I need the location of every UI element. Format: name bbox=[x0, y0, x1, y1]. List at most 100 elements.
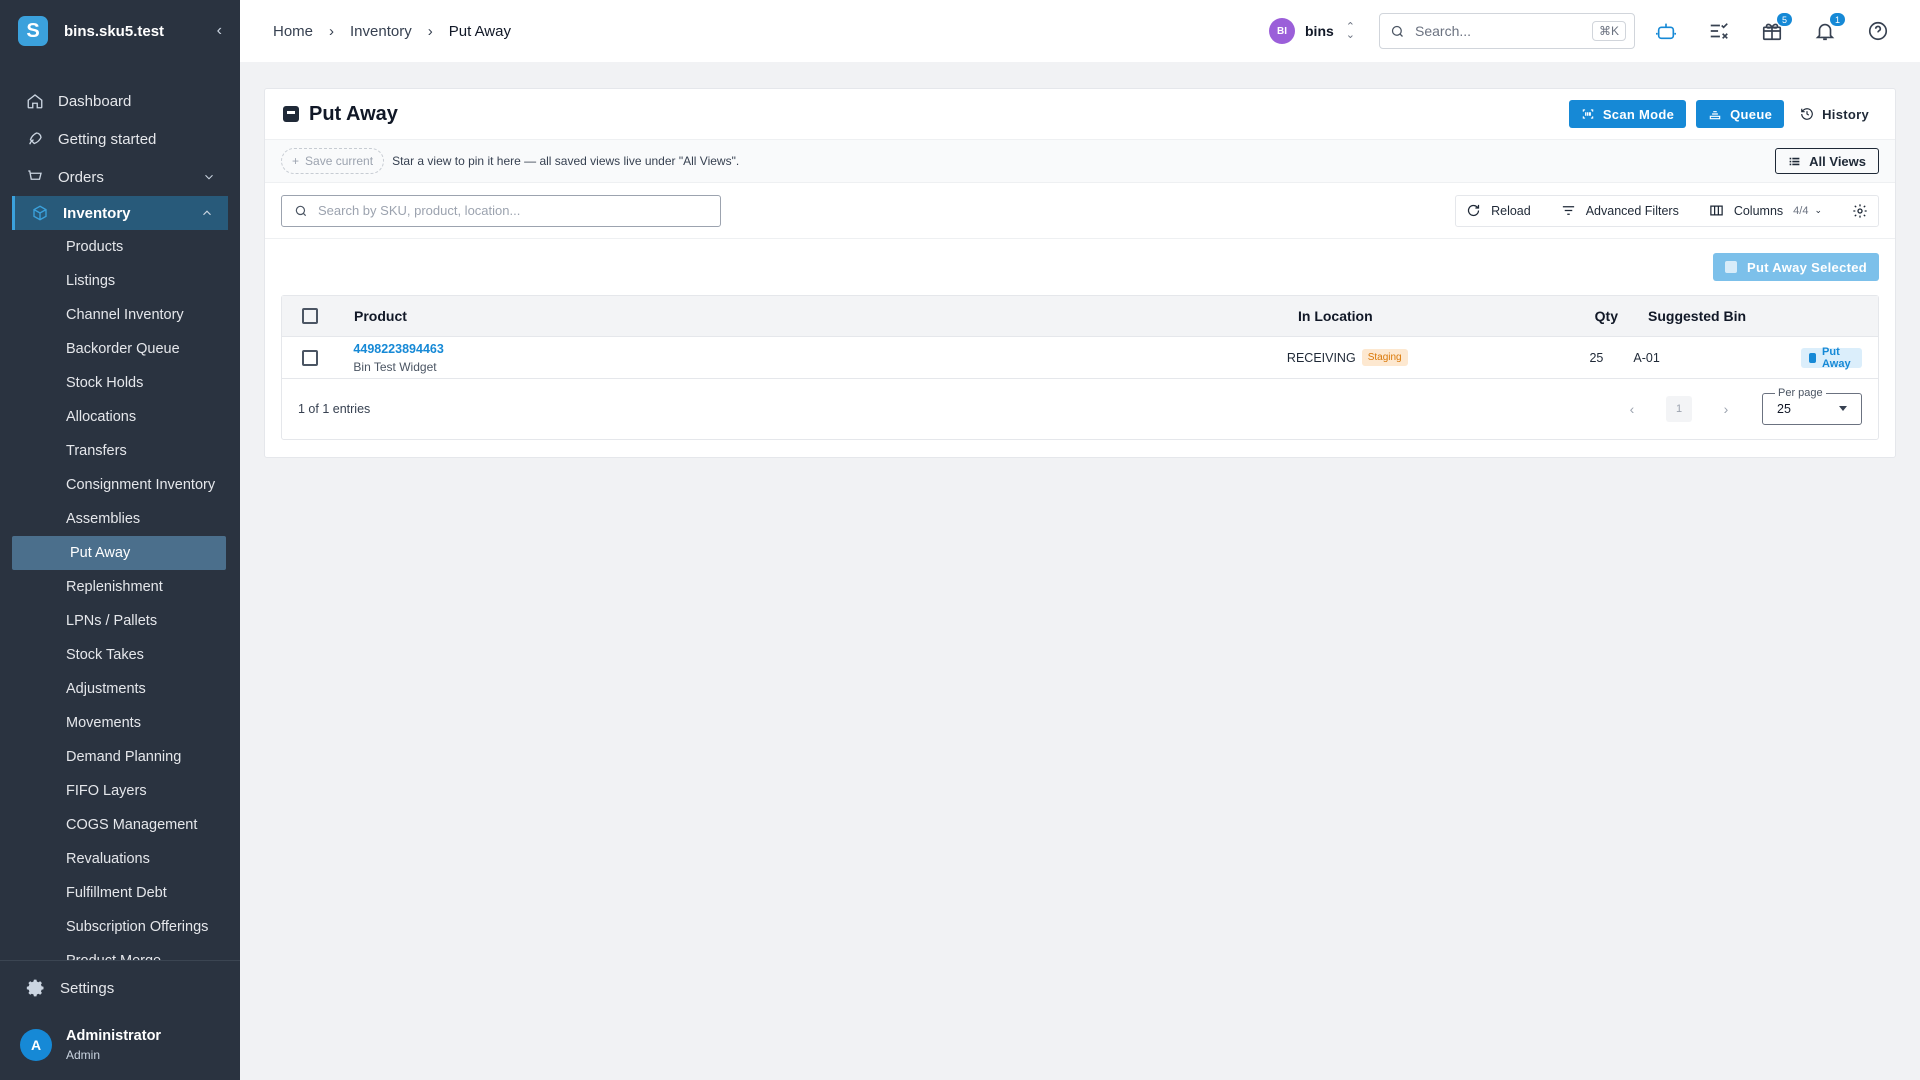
sidebar: S bins.sku5.test ‹ Dashboard Getting sta… bbox=[0, 0, 240, 1080]
app-logo[interactable]: S bbox=[18, 16, 48, 46]
sidebar-subitem-put-away[interactable]: Put Away bbox=[12, 536, 226, 570]
search-icon bbox=[295, 205, 307, 216]
advanced-filters-label: Advanced Filters bbox=[1585, 203, 1679, 218]
shortcut-hint: ⌘K bbox=[1591, 21, 1626, 41]
help-icon[interactable] bbox=[1867, 20, 1889, 42]
save-current-view-button[interactable]: + Save current bbox=[281, 148, 385, 174]
chevron-right-icon: › bbox=[427, 22, 433, 40]
gift-icon[interactable]: 5 bbox=[1761, 13, 1792, 42]
sidebar-subitem-revaluations[interactable]: Revaluations bbox=[0, 842, 240, 876]
row-checkbox[interactable] bbox=[302, 349, 318, 366]
columns-count: 4/4 bbox=[1793, 204, 1809, 217]
plus-icon: + bbox=[292, 154, 300, 168]
list-icon bbox=[1789, 157, 1800, 165]
history-button[interactable]: History bbox=[1784, 100, 1877, 128]
column-header-qty[interactable]: Qty bbox=[1564, 308, 1618, 324]
table-settings-button[interactable] bbox=[1852, 203, 1868, 219]
table-search[interactable] bbox=[281, 194, 721, 227]
select-all-checkbox[interactable] bbox=[302, 308, 318, 324]
sidebar-subitem-transfers[interactable]: Transfers bbox=[0, 434, 240, 468]
checklist-icon[interactable] bbox=[1708, 20, 1730, 42]
global-search-input[interactable] bbox=[1415, 23, 1575, 39]
table-search-input[interactable] bbox=[318, 203, 698, 218]
breadcrumb-home[interactable]: Home bbox=[273, 23, 313, 40]
scan-mode-button[interactable]: Scan Mode bbox=[1568, 100, 1687, 128]
sidebar-subitem-lpns-pallets[interactable]: LPNs / Pallets bbox=[0, 604, 240, 638]
sidebar-subitem-allocations[interactable]: Allocations bbox=[0, 400, 240, 434]
sku-link[interactable]: 4498223894463 bbox=[353, 342, 1287, 356]
put-away-selected-label: Put Away Selected bbox=[1747, 259, 1867, 275]
page-number[interactable]: 1 bbox=[1666, 396, 1692, 422]
sidebar-subitem-cogs-management[interactable]: COGS Management bbox=[0, 808, 240, 842]
column-header-location[interactable]: In Location bbox=[1298, 308, 1564, 324]
scan-mode-label: Scan Mode bbox=[1602, 106, 1675, 122]
advanced-filters-button[interactable]: Advanced Filters bbox=[1561, 203, 1679, 218]
column-header-bin[interactable]: Suggested Bin bbox=[1618, 308, 1818, 324]
sidebar-item-settings[interactable]: Settings bbox=[0, 961, 240, 1015]
sidebar-subitem-subscription-offerings[interactable]: Subscription Offerings bbox=[0, 910, 240, 944]
reload-icon bbox=[1468, 204, 1480, 217]
columns-button[interactable]: Columns 4/4 ⌄ bbox=[1709, 203, 1822, 218]
breadcrumb-inventory[interactable]: Inventory bbox=[350, 23, 412, 40]
user-role: Admin bbox=[66, 1048, 101, 1062]
sidebar-subitem-demand-planning[interactable]: Demand Planning bbox=[0, 740, 240, 774]
per-page-select[interactable]: Per page 25 bbox=[1762, 387, 1862, 425]
sidebar-subitem-fifo-layers[interactable]: FIFO Layers bbox=[0, 774, 240, 808]
chevron-down-icon bbox=[205, 174, 213, 180]
tenant-name: bins bbox=[1305, 23, 1334, 39]
bell-icon[interactable]: 1 bbox=[1814, 13, 1845, 42]
columns-label: Columns bbox=[1733, 203, 1784, 218]
table-header: Product In Location Qty Suggested Bin bbox=[282, 296, 1878, 337]
archive-box-icon bbox=[283, 106, 299, 122]
search-icon bbox=[1391, 25, 1403, 37]
sidebar-subitem-replenishment[interactable]: Replenishment bbox=[0, 570, 240, 604]
robot-icon[interactable] bbox=[1655, 20, 1677, 42]
reload-label: Reload bbox=[1491, 203, 1531, 218]
views-hint: Star a view to pin it here — all saved v… bbox=[392, 154, 740, 168]
sidebar-subitem-channel-inventory[interactable]: Channel Inventory bbox=[0, 298, 240, 332]
location-type-badge: Staging bbox=[1361, 349, 1408, 366]
history-label: History bbox=[1822, 106, 1869, 122]
reload-button[interactable]: Reload bbox=[1466, 203, 1531, 218]
collapse-sidebar-icon[interactable]: ‹ bbox=[217, 22, 222, 40]
product-name: Bin Test Widget bbox=[353, 359, 437, 374]
sidebar-item-getting-started[interactable]: Getting started bbox=[0, 120, 240, 158]
tenant-switcher[interactable]: BI bins ⌃ ⌄ bbox=[1269, 18, 1355, 44]
sidebar-item-orders[interactable]: Orders bbox=[0, 158, 240, 196]
chevron-left-icon[interactable]: ‹ bbox=[1622, 401, 1642, 417]
sidebar-subitem-movements[interactable]: Movements bbox=[0, 706, 240, 740]
suggested-bin-cell: A-01 bbox=[1633, 350, 1660, 365]
user-menu[interactable]: A Administrator Admin bbox=[0, 1015, 240, 1075]
sidebar-subitem-products[interactable]: Products bbox=[0, 230, 240, 264]
gear-icon bbox=[26, 979, 44, 997]
sidebar-item-inventory[interactable]: Inventory bbox=[12, 196, 228, 230]
sidebar-subitem-fulfillment-debt[interactable]: Fulfillment Debt bbox=[0, 876, 240, 910]
topbar: Home › Inventory › Put Away BI bins ⌃⌄ ⌘… bbox=[240, 0, 1920, 62]
global-search[interactable]: ⌘K bbox=[1379, 13, 1635, 49]
all-views-button[interactable]: All Views bbox=[1775, 148, 1879, 174]
gift-badge: 5 bbox=[1777, 13, 1792, 26]
breadcrumb: Home › Inventory › Put Away bbox=[240, 23, 511, 40]
chevron-right-icon[interactable]: › bbox=[1716, 401, 1736, 417]
sidebar-subitem-backorder-queue[interactable]: Backorder Queue bbox=[0, 332, 240, 366]
sidebar-subitem-consignment-inventory[interactable]: Consignment Inventory bbox=[0, 468, 240, 502]
sidebar-subitem-stock-holds[interactable]: Stock Holds bbox=[0, 366, 240, 400]
sidebar-subitem-adjustments[interactable]: Adjustments bbox=[0, 672, 240, 706]
put-away-table: Product In Location Qty Suggested Bin 44… bbox=[281, 295, 1879, 440]
sidebar-subitem-listings[interactable]: Listings bbox=[0, 264, 240, 298]
panel-header: Put Away Scan Mode Queue History bbox=[265, 89, 1895, 139]
history-icon bbox=[1801, 108, 1813, 120]
row-put-away-button[interactable]: Put Away bbox=[1801, 345, 1863, 370]
row-put-away-label: Put Away bbox=[1822, 345, 1851, 370]
sidebar-subitem-stock-takes[interactable]: Stock Takes bbox=[0, 638, 240, 672]
put-away-panel: Put Away Scan Mode Queue History + Save … bbox=[264, 88, 1896, 458]
sidebar-nav: Dashboard Getting started Orders Invento… bbox=[0, 62, 240, 962]
user-name: Administrator bbox=[66, 1028, 162, 1044]
sidebar-subitem-assemblies[interactable]: Assemblies bbox=[0, 502, 240, 536]
queue-button[interactable]: Queue bbox=[1696, 100, 1785, 128]
put-away-selected-button[interactable]: Put Away Selected bbox=[1713, 253, 1879, 281]
table-row: 4498223894463 Bin Test Widget RECEIVING … bbox=[282, 337, 1878, 379]
sidebar-footer: Settings A Administrator Admin bbox=[0, 960, 240, 1080]
sidebar-item-dashboard[interactable]: Dashboard bbox=[0, 82, 240, 120]
column-header-product[interactable]: Product bbox=[354, 308, 1298, 324]
